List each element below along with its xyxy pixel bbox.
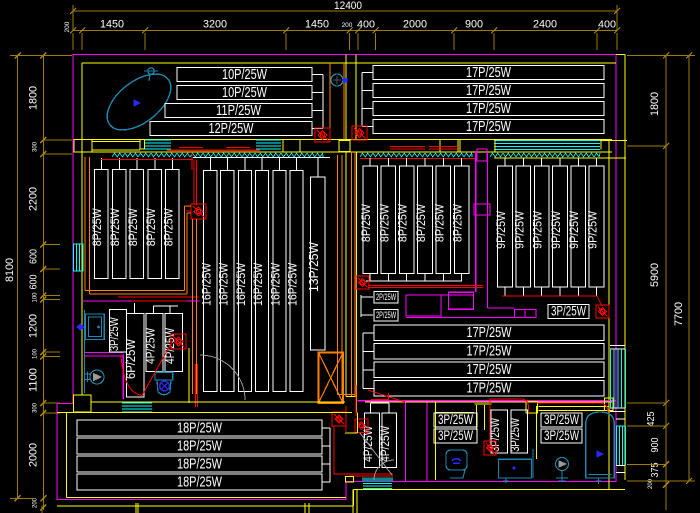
svg-text:17P/25W: 17P/25W (466, 64, 512, 81)
svg-text:9P/25W: 9P/25W (585, 210, 599, 249)
svg-text:17P/25W: 17P/25W (466, 100, 512, 117)
svg-text:16P/25W: 16P/25W (269, 262, 283, 306)
svg-text:3P/25W: 3P/25W (544, 412, 579, 427)
svg-text:2000: 2000 (28, 443, 40, 467)
svg-text:18P/25W: 18P/25W (177, 455, 223, 472)
svg-text:10P/25W: 10P/25W (222, 66, 268, 83)
svg-text:8P/25W: 8P/25W (396, 203, 410, 242)
svg-text:17P/25W: 17P/25W (466, 118, 512, 135)
svg-text:1800: 1800 (649, 92, 661, 116)
svg-text:900: 900 (465, 19, 483, 31)
svg-text:8100: 8100 (4, 258, 16, 282)
svg-text:17P/25W: 17P/25W (467, 324, 513, 341)
svg-text:100: 100 (32, 292, 39, 302)
svg-text:12400: 12400 (334, 0, 362, 12)
svg-text:8P/25W: 8P/25W (144, 207, 158, 246)
svg-text:11P/25W: 11P/25W (216, 102, 262, 119)
svg-text:12P/25W: 12P/25W (209, 120, 255, 137)
svg-text:100: 100 (32, 349, 39, 359)
svg-text:200: 200 (32, 498, 39, 508)
svg-text:18P/25W: 18P/25W (177, 437, 223, 454)
svg-text:200: 200 (342, 22, 353, 29)
svg-text:3200: 3200 (203, 19, 227, 31)
svg-text:9P/25W: 9P/25W (512, 210, 526, 249)
svg-text:17P/25W: 17P/25W (466, 82, 512, 99)
svg-text:16P/25W: 16P/25W (251, 262, 265, 306)
svg-text:1800: 1800 (28, 86, 40, 110)
svg-text:8P/25W: 8P/25W (414, 203, 428, 242)
svg-text:3P/25W: 3P/25W (551, 303, 586, 318)
svg-text:2P/25W: 2P/25W (376, 292, 396, 302)
svg-text:2200: 2200 (28, 187, 40, 211)
svg-text:3P/25W: 3P/25W (438, 428, 473, 443)
svg-text:4P/25W: 4P/25W (144, 327, 158, 364)
svg-text:8P/25W: 8P/25W (359, 203, 373, 242)
svg-text:17P/25W: 17P/25W (467, 343, 513, 360)
svg-text:900: 900 (649, 437, 661, 452)
svg-text:8P/25W: 8P/25W (90, 207, 104, 246)
svg-text:2400: 2400 (533, 19, 557, 31)
svg-text:8P/25W: 8P/25W (126, 207, 140, 246)
svg-text:3P/25W: 3P/25W (544, 428, 579, 443)
svg-text:10P/25W: 10P/25W (222, 84, 268, 101)
svg-text:18P/25W: 18P/25W (177, 473, 223, 490)
svg-text:9P/25W: 9P/25W (531, 210, 545, 249)
svg-text:5900: 5900 (649, 263, 661, 287)
svg-text:16P/25W: 16P/25W (216, 262, 230, 306)
svg-text:13P/25W: 13P/25W (307, 242, 321, 292)
svg-text:8P/25W: 8P/25W (108, 207, 122, 246)
svg-text:3P/25W: 3P/25W (508, 417, 522, 452)
svg-text:16P/25W: 16P/25W (199, 262, 213, 306)
svg-text:7700: 7700 (673, 302, 685, 326)
svg-text:300: 300 (32, 403, 39, 413)
svg-text:400: 400 (598, 19, 616, 31)
svg-text:1100: 1100 (28, 368, 40, 392)
svg-text:9P/25W: 9P/25W (567, 210, 581, 249)
svg-text:1450: 1450 (305, 19, 329, 31)
svg-text:8P/25W: 8P/25W (451, 203, 465, 242)
svg-text:200: 200 (64, 21, 71, 32)
svg-text:2000: 2000 (403, 19, 427, 31)
svg-text:8P/25W: 8P/25W (377, 203, 391, 242)
svg-text:3P/25W: 3P/25W (438, 412, 473, 427)
svg-text:200: 200 (647, 479, 654, 489)
svg-text:16P/25W: 16P/25W (234, 262, 248, 306)
svg-text:8P/25W: 8P/25W (432, 203, 446, 242)
svg-text:3P/25W: 3P/25W (107, 317, 121, 352)
svg-text:600: 600 (28, 274, 40, 289)
svg-text:18P/25W: 18P/25W (177, 419, 223, 436)
svg-text:17P/25W: 17P/25W (467, 361, 513, 378)
svg-text:8P/25W: 8P/25W (161, 207, 175, 246)
svg-text:9P/25W: 9P/25W (494, 210, 508, 249)
svg-text:300: 300 (32, 142, 39, 152)
svg-text:1450: 1450 (100, 19, 124, 31)
svg-text:17P/25W: 17P/25W (467, 380, 513, 397)
svg-text:9P/25W: 9P/25W (549, 210, 563, 249)
svg-text:16P/25W: 16P/25W (286, 262, 300, 306)
svg-text:6P/25W: 6P/25W (124, 339, 138, 379)
svg-text:400: 400 (357, 19, 375, 31)
svg-text:425: 425 (645, 411, 657, 426)
svg-text:600: 600 (28, 249, 40, 264)
svg-text:1200: 1200 (28, 314, 40, 338)
svg-text:2P/25W: 2P/25W (376, 310, 396, 320)
svg-text:4P/25W: 4P/25W (378, 425, 392, 462)
